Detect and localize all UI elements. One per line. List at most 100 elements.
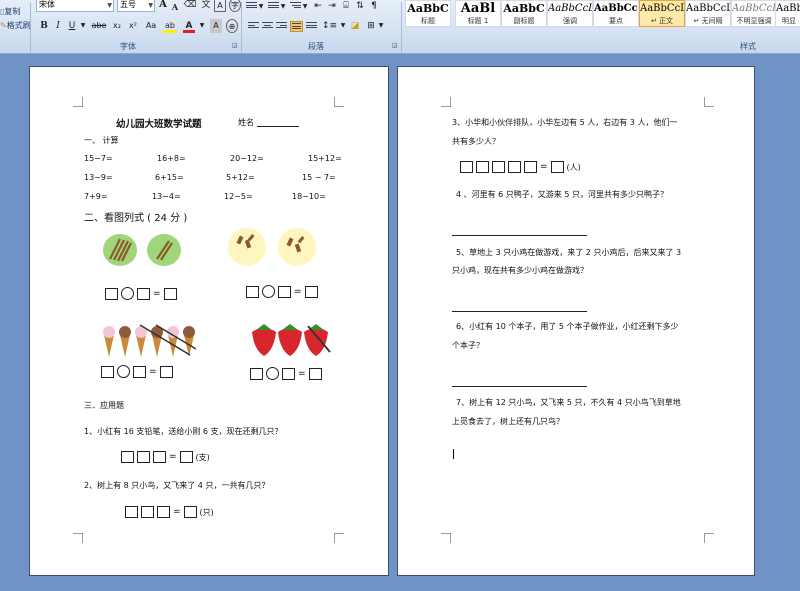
italic-button[interactable]: I <box>52 19 64 33</box>
answer-box[interactable] <box>153 451 166 463</box>
style-item[interactable]: AaBbCcD 要点 <box>593 0 639 27</box>
align-center-icon[interactable] <box>262 22 273 31</box>
enclose-icon[interactable]: ⊕ <box>226 19 238 33</box>
answer-box[interactable] <box>133 365 146 378</box>
font-color-button[interactable]: A <box>183 19 195 33</box>
subscript-button[interactable]: x₂ <box>110 19 124 33</box>
style-item[interactable]: AaBbCcD 明显 <box>775 0 800 27</box>
chevron-down-icon[interactable]: ▼ <box>79 19 87 33</box>
chevron-down-icon[interactable]: ▼ <box>198 19 206 33</box>
show-marks-icon[interactable]: ¶ <box>368 0 380 13</box>
font-name-combo[interactable]: 宋体 ▼ <box>36 0 114 12</box>
text-cursor <box>453 449 454 459</box>
exam-title: 幼儿园大班数学试题 <box>116 119 202 130</box>
enclose-char-button[interactable]: 字 <box>229 0 241 12</box>
answer-box[interactable] <box>183 506 197 518</box>
style-item[interactable]: AaBl 标题 1 <box>455 0 501 27</box>
document-page-1[interactable]: 幼儿园大班数学试题 姓名 一、 计算 15−7= 16+8= 20−12= 15… <box>29 66 389 576</box>
answer-line[interactable] <box>452 235 587 236</box>
style-preview: AaBbCcDc <box>548 3 592 14</box>
numbering-icon[interactable] <box>268 2 279 11</box>
copy-button[interactable]: ▯复制 <box>0 6 20 17</box>
format-painter-button[interactable]: ✎格式刷 <box>0 20 31 31</box>
justify-icon[interactable] <box>290 21 303 32</box>
chevron-down-icon[interactable]: ▼ <box>258 0 264 14</box>
operator-circle[interactable] <box>262 285 275 298</box>
underline-button[interactable]: U <box>66 19 78 33</box>
answer-box[interactable] <box>304 285 318 298</box>
chevron-down-icon[interactable]: ▼ <box>340 19 346 33</box>
chevron-down-icon[interactable]: ▼ <box>280 0 286 14</box>
answer-box[interactable] <box>460 161 473 173</box>
answer-box[interactable] <box>163 287 177 300</box>
bullets-icon[interactable] <box>246 2 257 11</box>
answer-template: = (支) <box>121 451 210 463</box>
operator-circle[interactable] <box>117 365 130 378</box>
bold-button[interactable]: B <box>38 19 50 33</box>
answer-box[interactable] <box>121 451 134 463</box>
answer-box[interactable] <box>492 161 505 173</box>
answer-box[interactable] <box>105 287 118 300</box>
style-item[interactable]: AaBbC 副标题 <box>501 0 547 27</box>
decrease-indent-icon[interactable]: ⇤ <box>312 0 324 13</box>
operator-circle[interactable] <box>266 367 279 380</box>
char-shading-button[interactable]: A <box>210 19 222 33</box>
answer-box[interactable] <box>476 161 489 173</box>
dialog-launcher-icon[interactable]: ◲ <box>392 42 398 49</box>
chevron-down-icon[interactable]: ▼ <box>302 0 308 14</box>
distributed-icon[interactable] <box>306 22 317 31</box>
style-name: 明显 <box>782 17 796 25</box>
style-item[interactable]: AaBbCcDc 强调 <box>547 0 593 27</box>
answer-box[interactable] <box>125 506 138 518</box>
crop-mark <box>704 97 714 107</box>
clear-format-icon[interactable]: ⌫ <box>183 0 197 12</box>
answer-box[interactable] <box>157 506 170 518</box>
superscript-button[interactable]: x² <box>126 19 140 33</box>
style-item[interactable]: AaBbCcDc ↵ 正文 <box>639 0 685 27</box>
answer-box[interactable] <box>278 285 291 298</box>
grow-font-button[interactable]: A <box>158 0 168 12</box>
calc-item: 13−9= <box>84 173 113 182</box>
question-2: 2、树上有 8 只小鸟，又飞来了 4 只，一共有几只？ <box>84 481 270 490</box>
increase-indent-icon[interactable]: ⇥ <box>326 0 338 13</box>
char-border-button[interactable]: A <box>214 0 226 12</box>
document-page-2[interactable]: 3、小华和小伙伴排队，小华左边有 5 人，右边有 3 人，他们一 共有多少人？ … <box>397 66 755 576</box>
answer-box[interactable] <box>246 285 259 298</box>
highlight-icon[interactable]: ab <box>163 19 177 33</box>
answer-box[interactable] <box>524 161 537 173</box>
answer-box[interactable] <box>308 367 322 380</box>
answer-box[interactable] <box>179 451 193 463</box>
answer-line[interactable] <box>452 386 587 387</box>
align-left-icon[interactable] <box>248 22 259 31</box>
answer-box[interactable] <box>137 287 150 300</box>
answer-box[interactable] <box>550 161 564 173</box>
answer-box[interactable] <box>508 161 521 173</box>
line-spacing-icon[interactable]: ↕≡ <box>322 19 337 33</box>
borders-icon[interactable]: ⊞ <box>364 19 378 33</box>
phonetic-guide-icon[interactable]: 文 <box>200 0 212 12</box>
chinese-layout-icon[interactable]: ⌸ <box>340 0 352 13</box>
answer-box[interactable] <box>141 506 154 518</box>
style-item[interactable]: AaBbCcDc ↵ 无间隔 <box>685 0 731 27</box>
calc-item: 15−7= <box>84 154 113 163</box>
shading-icon[interactable]: ◪ <box>349 19 361 33</box>
strikethrough-button[interactable]: abe <box>90 19 108 33</box>
change-case-button[interactable]: Aa <box>142 19 160 33</box>
sort-icon[interactable]: ⇅ <box>354 0 366 13</box>
answer-box[interactable] <box>137 451 150 463</box>
answer-line[interactable] <box>452 311 587 312</box>
align-right-icon[interactable] <box>276 22 287 31</box>
font-size-combo[interactable]: 五号 ▼ <box>117 0 155 12</box>
answer-box[interactable] <box>101 365 114 378</box>
answer-box[interactable] <box>282 367 295 380</box>
style-item[interactable]: AaBbCcDc 不明显强调 <box>731 0 777 27</box>
style-item[interactable]: AaBbC 标题 <box>405 0 451 27</box>
dialog-launcher-icon[interactable]: ◲ <box>232 42 238 49</box>
question-6-line-1: 6、小红有 10 个本子，用了 5 个本子做作业，小红还剩下多少 <box>456 322 679 331</box>
answer-box[interactable] <box>159 365 173 378</box>
operator-circle[interactable] <box>121 287 134 300</box>
chevron-down-icon[interactable]: ▼ <box>378 19 384 33</box>
multilevel-list-icon[interactable] <box>290 2 301 11</box>
answer-box[interactable] <box>250 367 263 380</box>
shrink-font-button[interactable]: A <box>170 0 180 14</box>
